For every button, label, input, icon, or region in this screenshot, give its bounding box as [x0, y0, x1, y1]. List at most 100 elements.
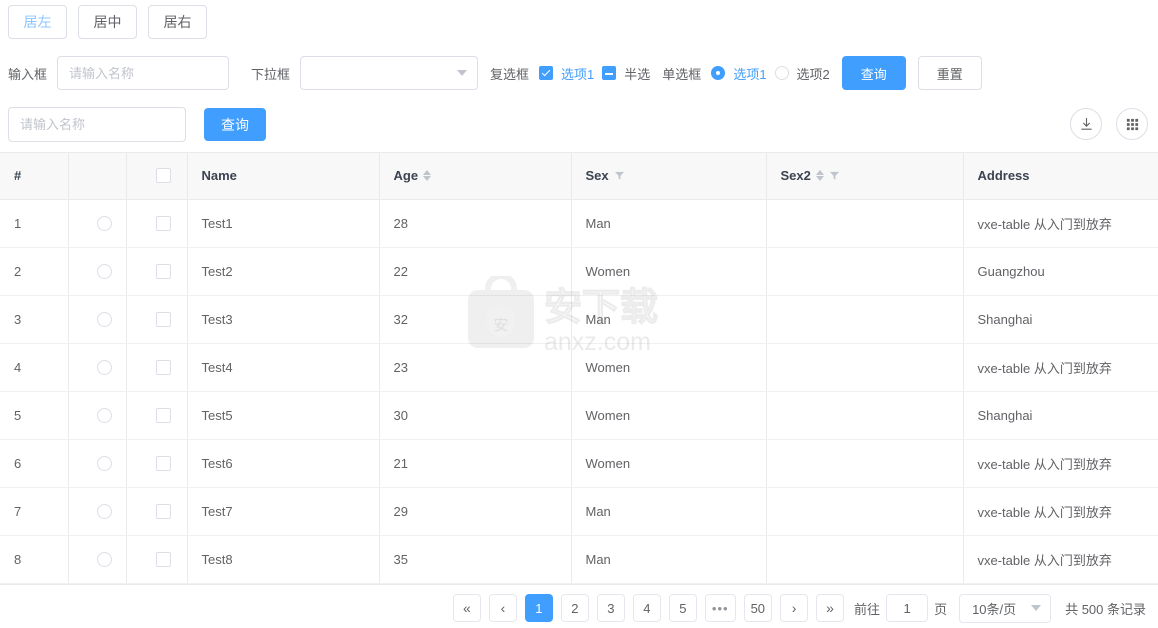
cell-age: 23: [379, 343, 572, 392]
table-row[interactable]: 6 Test6 21 Women vxe-table 从入门到放弃: [0, 439, 1158, 488]
radio-option-1[interactable]: 选项1: [711, 64, 767, 83]
tab-align-left[interactable]: 居左: [8, 5, 67, 39]
column-label-seq: #: [14, 168, 22, 184]
alignment-tabbar: 居左 居中 居右: [8, 5, 207, 39]
row-radio[interactable]: [96, 551, 112, 567]
page-number-2[interactable]: 2: [560, 594, 589, 622]
table-header-row: # Name Age Sex Sex2 Address: [0, 153, 1158, 200]
row-checkbox[interactable]: [156, 311, 171, 327]
page-number-4[interactable]: 4: [632, 594, 661, 622]
page-number-3[interactable]: 3: [596, 594, 625, 622]
cell-sex2: [766, 391, 964, 440]
reset-button[interactable]: 重置: [917, 56, 982, 90]
radio-option-2-label: 选项2: [796, 66, 830, 82]
table-row[interactable]: 5 Test5 30 Women Shanghai: [0, 391, 1158, 440]
search-button[interactable]: 查询: [204, 108, 266, 141]
row-radio[interactable]: [96, 407, 112, 423]
column-header-name[interactable]: Name: [187, 153, 380, 200]
cell-name: Test6: [187, 439, 380, 488]
row-radio[interactable]: [96, 215, 112, 231]
row-checkbox[interactable]: [156, 215, 171, 231]
checkbox-option-2-label: 半选: [624, 66, 651, 82]
cell-radio: [68, 391, 127, 440]
cell-name: Test3: [187, 295, 380, 344]
row-checkbox[interactable]: [156, 503, 171, 519]
cell-check: [126, 247, 188, 296]
cell-seq: 2: [0, 247, 69, 296]
query-button[interactable]: 查询: [841, 56, 906, 90]
cell-name: Test2: [187, 247, 380, 296]
cell-radio: [68, 247, 127, 296]
row-radio[interactable]: [96, 455, 112, 471]
page-prev-button[interactable]: ‹: [488, 594, 517, 622]
column-settings-button[interactable]: [1116, 108, 1148, 140]
name-input[interactable]: [57, 56, 230, 90]
cell-radio: [68, 343, 127, 392]
cell-sex: Women: [571, 343, 767, 392]
cell-seq: 5: [0, 391, 69, 440]
cell-sex: Man: [571, 487, 767, 536]
checkbox-option-2[interactable]: 半选: [602, 64, 650, 83]
row-checkbox[interactable]: [156, 263, 171, 279]
table-row[interactable]: 7 Test7 29 Man vxe-table 从入门到放弃: [0, 487, 1158, 536]
search-input[interactable]: [8, 107, 186, 142]
column-header-seq[interactable]: #: [0, 153, 69, 200]
cell-address: vxe-table 从入门到放弃: [963, 487, 1158, 536]
table-search-toolbar: 查询: [8, 107, 266, 142]
cell-sex: Women: [571, 439, 767, 488]
page-next-button[interactable]: ›: [780, 594, 809, 622]
page-ellipsis[interactable]: •••: [704, 594, 736, 622]
table-row[interactable]: 1 Test1 28 Man vxe-table 从入门到放弃: [0, 199, 1158, 248]
page-last-button[interactable]: »: [816, 594, 845, 622]
row-radio[interactable]: [96, 263, 112, 279]
page-first-button[interactable]: «: [452, 594, 481, 622]
row-checkbox[interactable]: [156, 455, 171, 471]
tab-align-right[interactable]: 居右: [148, 5, 207, 39]
column-header-sex2[interactable]: Sex2: [766, 153, 964, 200]
row-radio[interactable]: [96, 503, 112, 519]
row-checkbox[interactable]: [156, 407, 171, 423]
column-header-address[interactable]: Address: [963, 153, 1158, 200]
row-radio[interactable]: [96, 311, 112, 327]
table-row[interactable]: 8 Test8 35 Man vxe-table 从入门到放弃: [0, 535, 1158, 584]
sort-icon-age[interactable]: [423, 170, 432, 182]
checkbox-option-1[interactable]: 选项1: [539, 64, 594, 83]
cell-age: 21: [379, 439, 572, 488]
filter-icon-sex2[interactable]: [829, 170, 840, 181]
sort-icon-sex2[interactable]: [815, 170, 824, 182]
radio-option-2[interactable]: 选项2: [774, 64, 830, 83]
tab-align-center[interactable]: 居中: [78, 5, 137, 39]
cell-sex2: [766, 343, 964, 392]
page-number-last[interactable]: 50: [743, 594, 773, 622]
cell-sex2: [766, 487, 964, 536]
cell-check: [126, 199, 188, 248]
row-radio[interactable]: [96, 359, 112, 375]
page-number-1[interactable]: 1: [524, 594, 553, 622]
cell-check: [126, 295, 188, 344]
row-checkbox[interactable]: [156, 551, 171, 567]
page-root: 安 安下载 anxz.com 居左 居中 居右 输入框 下拉框 复选框 选项1: [0, 0, 1158, 628]
table-row[interactable]: 4 Test4 23 Women vxe-table 从入门到放弃: [0, 343, 1158, 392]
export-button[interactable]: [1070, 108, 1102, 140]
page-size-select[interactable]: 10条/页: [959, 593, 1052, 623]
select-all-checkbox[interactable]: [156, 168, 171, 184]
column-label-age: Age: [393, 168, 419, 184]
filter-form-toolbar: 输入框 下拉框 复选框 选项1 半选 单选框 选项1 选项2: [8, 55, 982, 91]
category-select[interactable]: [300, 56, 479, 90]
row-checkbox[interactable]: [156, 359, 171, 375]
cell-sex2: [766, 295, 964, 344]
cell-radio: [68, 439, 127, 488]
page-number-5[interactable]: 5: [668, 594, 697, 622]
jump-page-input[interactable]: [886, 594, 929, 622]
filter-icon-sex[interactable]: [614, 170, 625, 181]
table-row[interactable]: 3 Test3 32 Man Shanghai: [0, 295, 1158, 344]
pagination: « ‹ 1 2 3 4 5 ••• 50 › » 前往 页 10条/页 共 50…: [0, 588, 1158, 628]
cell-sex: Women: [571, 247, 767, 296]
column-header-age[interactable]: Age: [379, 153, 572, 200]
table-row[interactable]: 2 Test2 22 Women Guangzhou: [0, 247, 1158, 296]
column-header-sex[interactable]: Sex: [571, 153, 767, 200]
cell-age: 32: [379, 295, 572, 344]
cell-address: Guangzhou: [963, 247, 1158, 296]
column-label-sex2: Sex2: [780, 168, 811, 184]
page-size-value: 10条/页: [972, 601, 1017, 617]
